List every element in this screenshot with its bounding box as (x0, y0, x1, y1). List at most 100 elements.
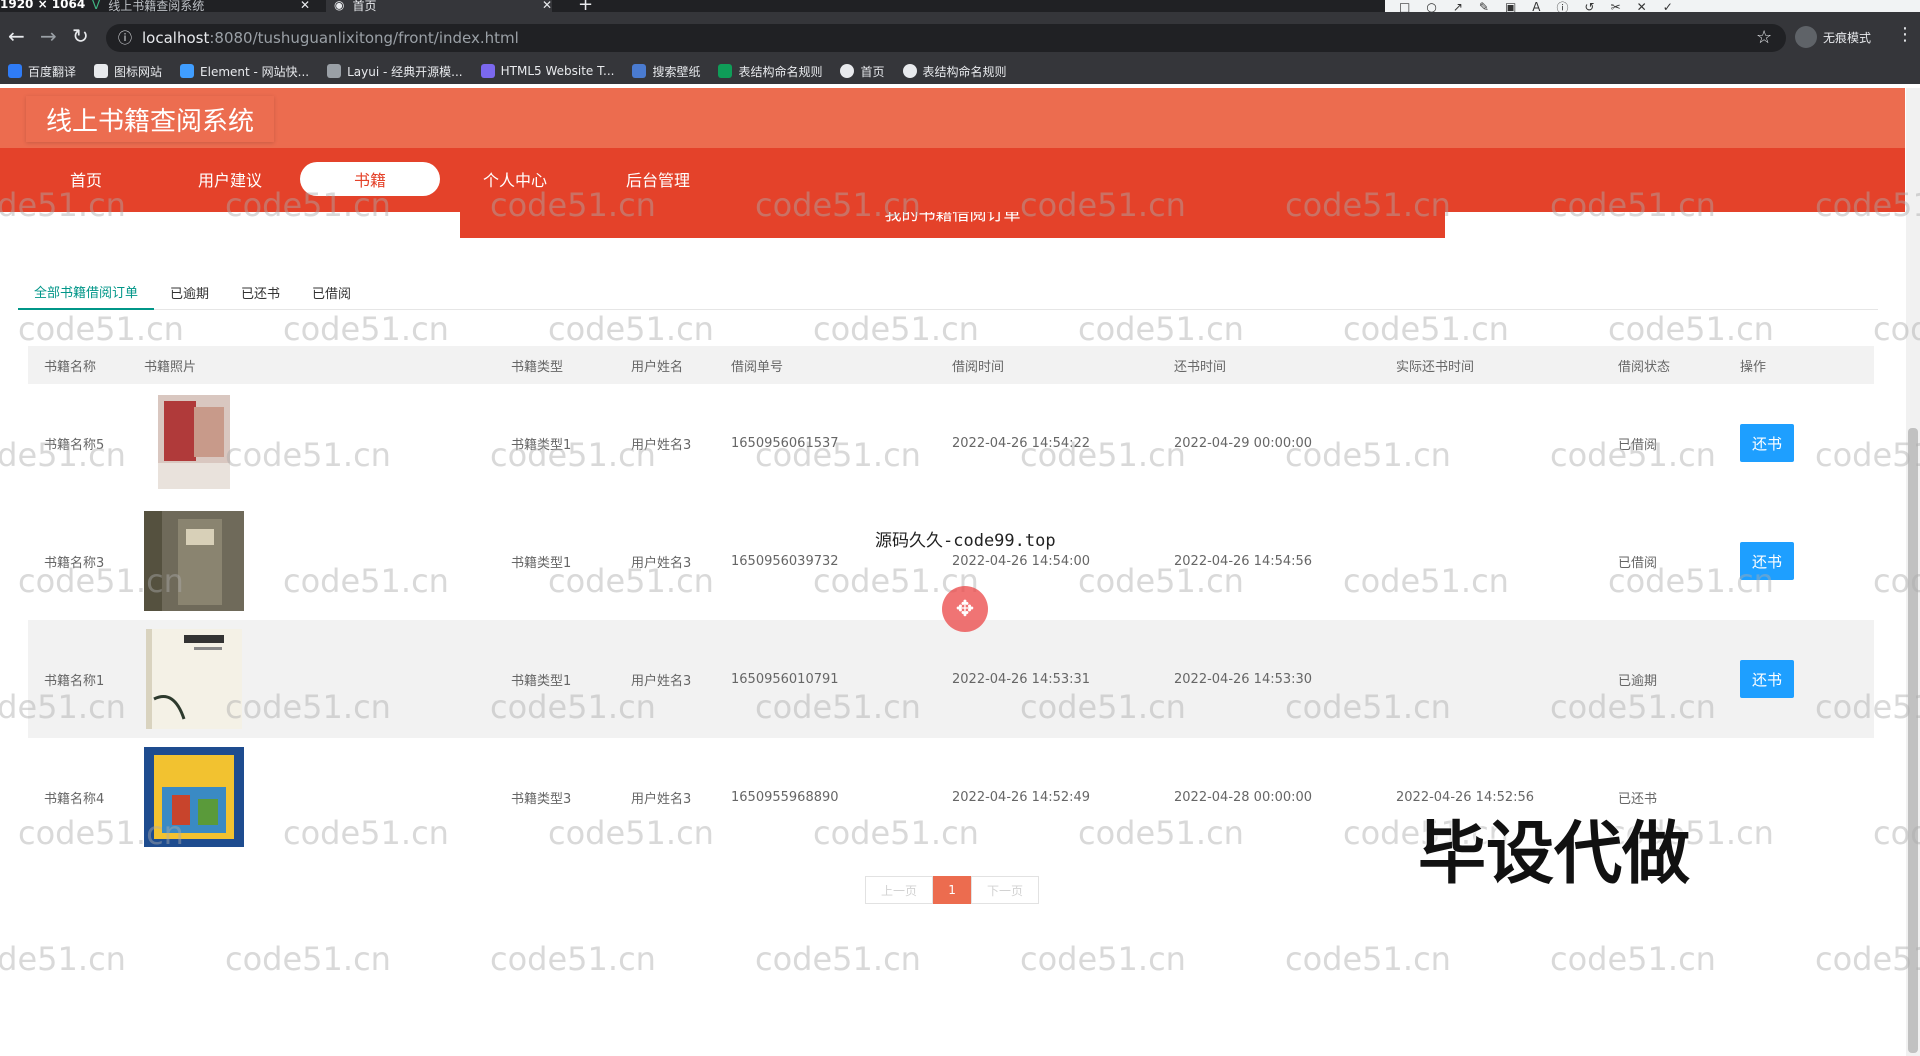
browser-tab-bar: 1920 × 1064 V 线上书籍查阅系统 ✕ ◉ 首页 ✕ + □ ○ ↗ … (0, 0, 1920, 12)
next-page-button[interactable]: 下一页 (971, 876, 1040, 904)
incognito-indicator[interactable]: 无痕模式 (1795, 26, 1871, 48)
wallpaper-icon (632, 64, 647, 78)
bookmark-label: HTML5 Website T... (500, 64, 615, 78)
col-action: 操作 (1740, 359, 1767, 375)
bookmark-item[interactable]: 表结构命名规则 (902, 63, 1007, 80)
col-status: 借阅状态 (1618, 359, 1671, 375)
bookmark-item[interactable]: 表结构命名规则 (718, 63, 822, 80)
nav-suggestions[interactable]: 用户建议 (160, 162, 300, 196)
book-photo (128, 393, 495, 493)
bookmark-item[interactable]: 图标网站 (94, 63, 162, 80)
borrow-time: 2022-04-26 14:54:22 (952, 435, 1091, 451)
extension-toolbar: □ ○ ↗ ✎ ▣ A ⓘ ↺ ✂ ✕ ✓ (1385, 0, 1920, 12)
square-icon[interactable]: □ (1399, 0, 1410, 12)
move-cursor-icon: ✥ (942, 586, 988, 632)
bookmark-item[interactable]: Layui - 经典开源模... (327, 63, 463, 80)
watermark-text: code51.cn (548, 310, 714, 348)
book-type: 书籍类型1 (511, 673, 572, 689)
sheet-icon (718, 64, 733, 78)
book-photo (128, 629, 495, 729)
user-name: 用户姓名3 (631, 555, 692, 571)
order-no: 1650956061537 (731, 435, 839, 451)
reload-icon[interactable]: ↻ (72, 24, 89, 48)
nav-admin[interactable]: 后台管理 (588, 162, 728, 196)
layui-icon (327, 64, 342, 78)
nav-profile[interactable]: 个人中心 (445, 162, 585, 196)
info-icon[interactable]: ⓘ (1557, 0, 1569, 13)
col-return-time: 还书时间 (1174, 359, 1227, 375)
circle-icon[interactable]: ○ (1426, 0, 1436, 12)
bookmark-item[interactable]: 百度翻译 (8, 63, 76, 80)
book-name: 书籍名称1 (44, 673, 105, 689)
resize-indicator: 1920 × 1064 (0, 0, 86, 11)
forward-icon[interactable]: → (40, 24, 57, 48)
borrow-time: 2022-04-26 14:53:31 (952, 671, 1091, 687)
watermark-text: code51.cn (490, 940, 656, 978)
site-header: 线上书籍查阅系统 (0, 88, 1905, 148)
info-icon[interactable]: ⓘ (118, 28, 132, 48)
tab-overdue[interactable]: 已逾期 (154, 274, 225, 310)
user-name: 用户姓名3 (631, 791, 692, 807)
page-scrollbar[interactable] (1906, 88, 1920, 1056)
star-icon[interactable]: ☆ (1756, 27, 1772, 48)
book-name: 书籍名称4 (44, 791, 105, 807)
close-icon[interactable]: ✕ (542, 0, 552, 12)
tab-all-orders[interactable]: 全部书籍借阅订单 (18, 274, 155, 310)
url-input[interactable]: ⓘ localhost:8080/tushuguanlixitong/front… (106, 24, 1786, 52)
book-photo (128, 511, 495, 611)
pen-icon[interactable]: ✎ (1479, 0, 1489, 12)
text-icon[interactable]: A (1532, 0, 1540, 12)
return-time: 2022-04-28 00:00:00 (1174, 789, 1313, 805)
cut-icon[interactable]: ✂ (1611, 0, 1621, 12)
undo-icon[interactable]: ↺ (1585, 0, 1595, 12)
col-book-name: 书籍名称 (44, 359, 97, 375)
arrow-icon[interactable]: ↗ (1453, 0, 1463, 12)
bookmark-label: 表结构命名规则 (738, 64, 823, 79)
bookmark-label: 图标网站 (114, 64, 163, 79)
check-icon[interactable]: ✓ (1663, 0, 1673, 12)
close-icon[interactable]: ✕ (300, 0, 310, 12)
book-type: 书籍类型1 (511, 437, 572, 453)
bookmark-item[interactable]: 首页 (840, 63, 885, 80)
bookmark-item[interactable]: Element - 网站快... (180, 63, 309, 80)
book-cover-image (146, 629, 242, 729)
close-icon[interactable]: ✕ (1637, 0, 1647, 12)
tab-returned[interactable]: 已还书 (225, 274, 296, 310)
browser-tab-2[interactable]: ◉ 首页 ✕ (326, 0, 552, 12)
status: 已借阅 (1618, 555, 1658, 571)
html5-icon (480, 64, 495, 78)
watermark-text: code51.cn (225, 940, 391, 978)
incognito-icon (1795, 26, 1817, 48)
back-icon[interactable]: ← (8, 24, 25, 48)
return-book-button[interactable]: 还书 (1740, 542, 1794, 580)
action-cell: 还书 (1724, 660, 1874, 698)
scrollbar-thumb[interactable] (1908, 428, 1918, 1053)
col-book-photo: 书籍照片 (144, 359, 197, 375)
new-tab-button[interactable]: + (578, 0, 593, 12)
tab-title: 线上书籍查阅系统 (108, 0, 205, 12)
bookmark-item[interactable]: HTML5 Website T... (480, 64, 615, 78)
tab-borrowed[interactable]: 已借阅 (296, 274, 367, 310)
status: 已逾期 (1618, 673, 1658, 689)
bookmark-item[interactable]: 搜索壁纸 (632, 63, 700, 80)
nav-home[interactable]: 首页 (16, 162, 156, 196)
menu-icon[interactable]: ⋮ (1896, 24, 1914, 45)
return-book-button[interactable]: 还书 (1740, 660, 1794, 698)
watermark-text: code51.cn (283, 310, 449, 348)
watermark-text: code51.cn (1285, 940, 1451, 978)
col-book-type: 书籍类型 (511, 359, 564, 375)
order-no: 1650956010791 (731, 671, 839, 687)
return-time: 2022-04-26 14:53:30 (1174, 671, 1313, 687)
main-nav: 首页 用户建议 书籍 个人中心 后台管理 (0, 148, 1905, 212)
browser-tab-1[interactable]: V 线上书籍查阅系统 ✕ (92, 0, 310, 12)
globe-icon: ◉ (334, 0, 345, 12)
book-name: 书籍名称3 (44, 555, 105, 571)
book-cover-image (158, 395, 230, 489)
user-name: 用户姓名3 (631, 673, 692, 689)
save-icon[interactable]: ▣ (1505, 0, 1516, 12)
page-number-current[interactable]: 1 (933, 876, 972, 904)
prev-page-button[interactable]: 上一页 (865, 876, 934, 904)
book-cover-image (144, 747, 244, 847)
return-book-button[interactable]: 还书 (1740, 424, 1794, 462)
nav-books[interactable]: 书籍 (300, 162, 440, 196)
